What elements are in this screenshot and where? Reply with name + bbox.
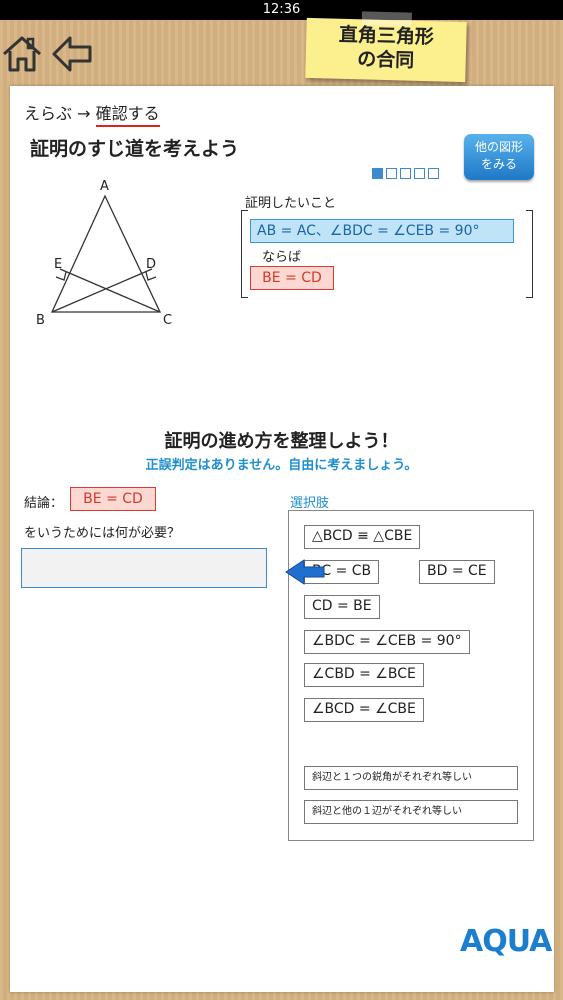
- vertex-label-e: E: [54, 257, 62, 272]
- choice-cd-be[interactable]: CD = BE: [304, 595, 380, 619]
- choice-angle-cbd-bce[interactable]: ∠CBD = ∠BCE: [304, 663, 424, 687]
- other-figure-label-2: をみる: [480, 157, 517, 171]
- choice-bd-ce[interactable]: BD = CE: [419, 560, 495, 584]
- page-title-line2: の合同: [356, 48, 415, 72]
- status-time: 12:36: [262, 2, 301, 17]
- bracket-left: [241, 210, 248, 298]
- back-button[interactable]: [50, 32, 94, 76]
- prove-label: 証明したいこと: [245, 196, 337, 211]
- progress-step: [386, 168, 397, 179]
- home-icon: [3, 36, 41, 72]
- breadcrumb-arrow: →: [77, 104, 91, 123]
- status-bar: 12:36: [0, 0, 563, 20]
- progress-step: [372, 168, 383, 179]
- progress-indicator: [372, 168, 439, 179]
- organize-note: 正誤判定はありません。自由に考えましょう。: [145, 458, 418, 473]
- arrow-left-icon: [285, 559, 325, 585]
- vertex-label-c: C: [163, 313, 172, 326]
- choice-congruent[interactable]: △BCD ≡ △CBE: [304, 525, 421, 549]
- back-arrow-icon: [52, 36, 92, 72]
- conclusion-value: BE = CD: [70, 487, 156, 511]
- home-button[interactable]: [0, 32, 44, 76]
- conclusion-label: 結論：: [24, 496, 64, 511]
- title-sticky-note: 直角三角形 の合同: [305, 11, 467, 83]
- breadcrumb-step-select[interactable]: えらぶ: [24, 104, 72, 123]
- choice-angle-bcd-cbe[interactable]: ∠BCD = ∠CBE: [304, 698, 424, 722]
- progress-step: [414, 168, 425, 179]
- answer-drop-zone[interactable]: [21, 548, 267, 588]
- progress-step: [428, 168, 439, 179]
- organize-title: 証明の進め方を整理しよう！: [164, 431, 399, 452]
- problem-heading: 証明のすじ道を考えよう: [30, 138, 240, 160]
- choice-hyp-side[interactable]: 斜辺と他の１辺がそれぞれ等しい: [304, 800, 518, 824]
- other-figure-label-1: 他の図形: [474, 140, 523, 154]
- breadcrumb: えらぶ → 確認する: [24, 100, 160, 127]
- naraba-text: ならば: [262, 250, 302, 265]
- tape-decoration: [361, 11, 412, 27]
- triangle-figure: A B C D E: [36, 179, 172, 326]
- breadcrumb-step-confirm: 確認する: [95, 104, 160, 127]
- vertex-label-b: B: [36, 313, 45, 326]
- vertex-label-a: A: [100, 179, 109, 194]
- given-condition: AB = AC、∠BDC = ∠CEB = 90°: [250, 219, 514, 243]
- choice-hyp-acute[interactable]: 斜辺と１つの鋭角がそれぞれ等しい: [304, 766, 518, 790]
- choices-label: 選択肢: [290, 496, 330, 511]
- other-figure-button[interactable]: 他の図形 をみる: [464, 134, 534, 180]
- need-question: をいうためには何が必要？: [24, 526, 181, 541]
- progress-step: [400, 168, 411, 179]
- vertex-label-d: D: [146, 257, 156, 272]
- aqua-logo: AQUA: [460, 924, 552, 959]
- choice-right-angles[interactable]: ∠BDC = ∠CEB = 90°: [304, 630, 470, 654]
- bracket-right: [526, 210, 533, 298]
- target-statement: BE = CD: [250, 266, 334, 290]
